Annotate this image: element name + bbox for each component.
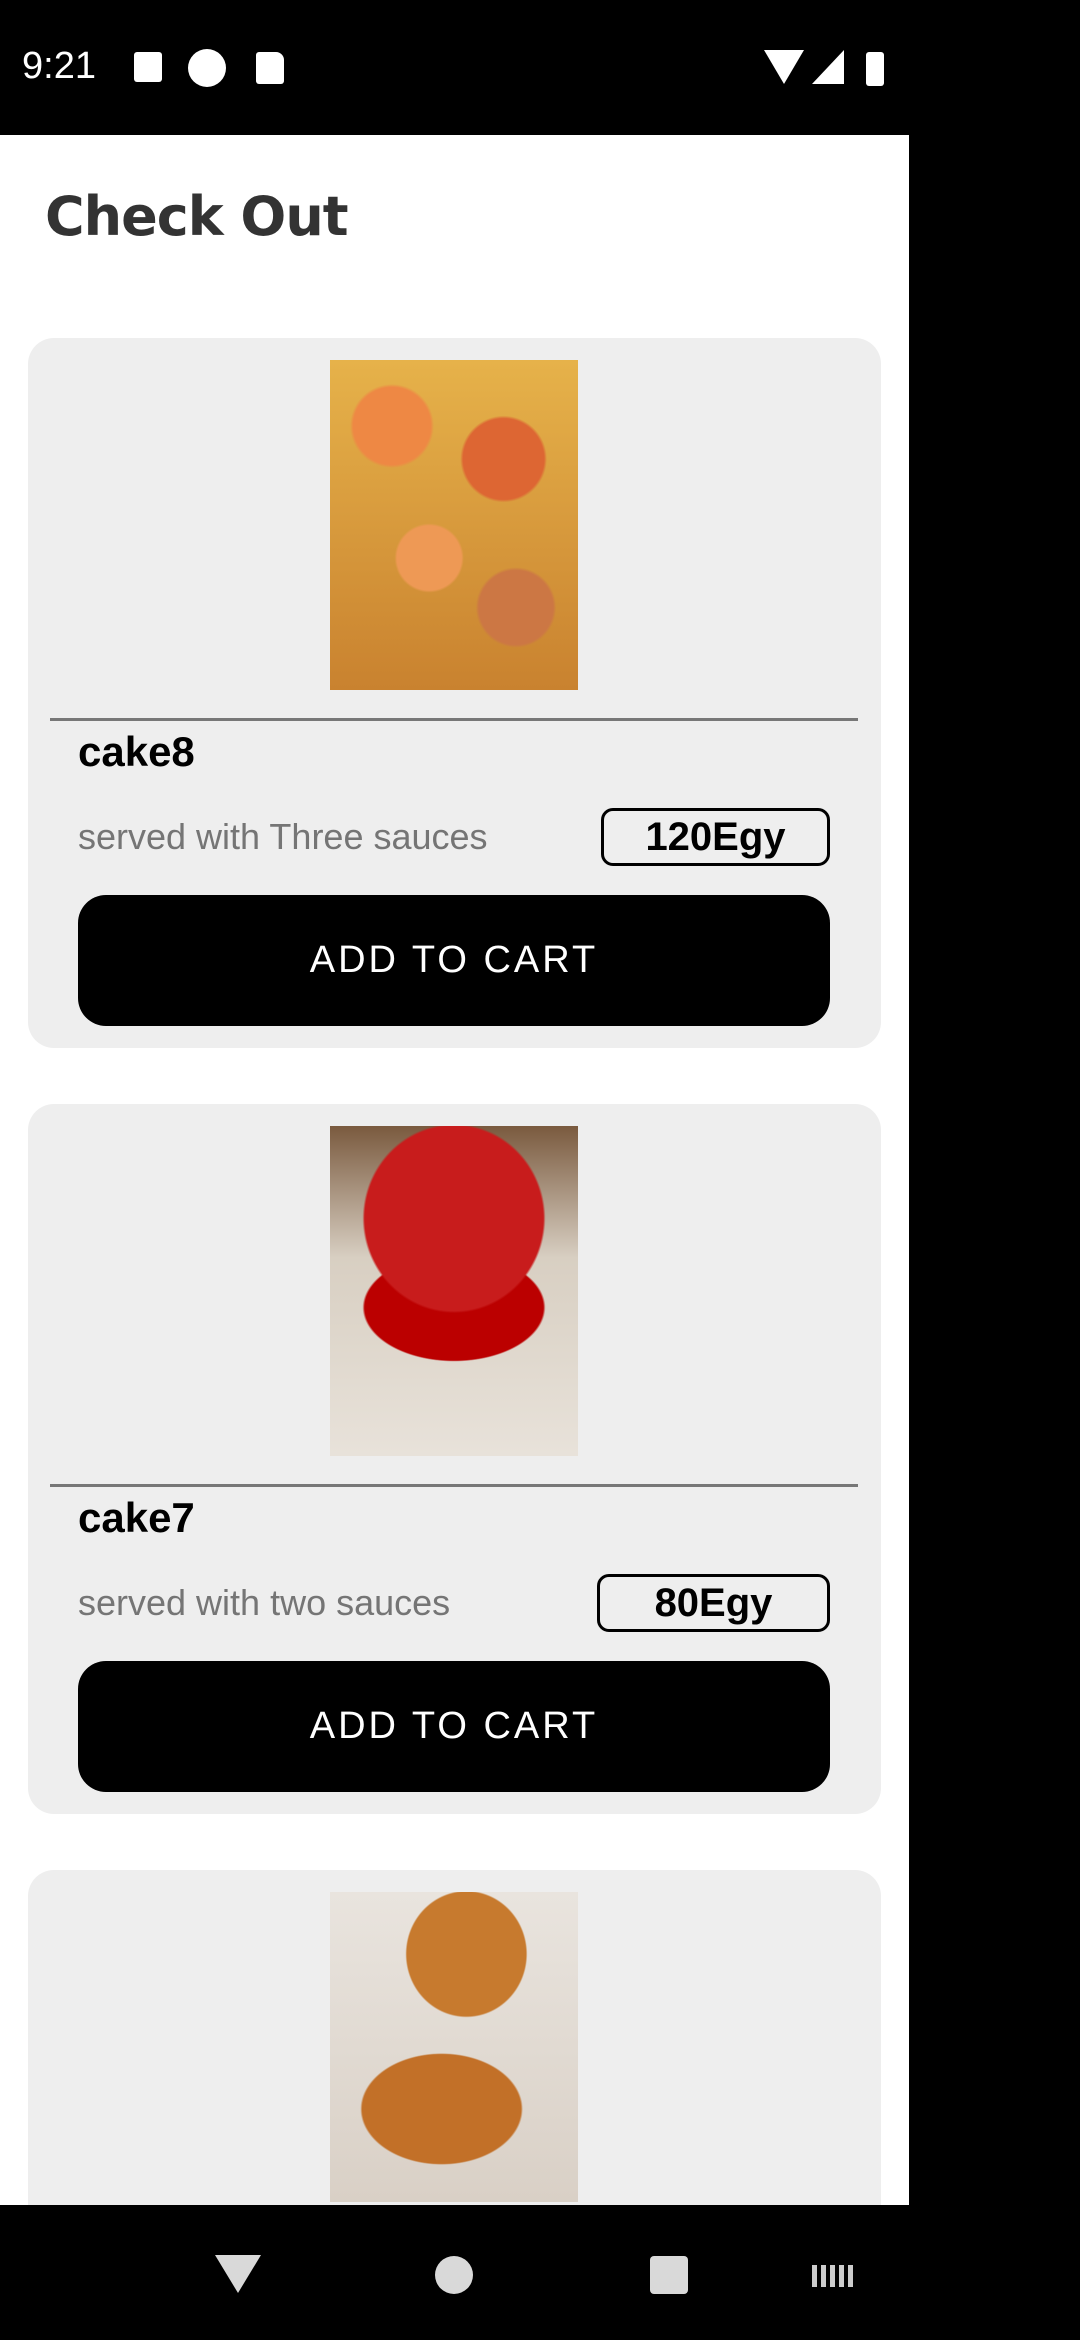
checkout-screen: Check Out cake8 served with Three sauces…	[0, 135, 909, 2205]
sd-card-icon	[256, 52, 284, 84]
battery-icon	[866, 52, 884, 86]
product-card: cake7 served with two sauces 80Egy ADD T…	[28, 1104, 881, 1814]
status-bar: 9:21	[0, 0, 1080, 135]
product-name: cake8	[78, 728, 195, 775]
product-description: served with Three sauces	[78, 816, 488, 857]
divider	[50, 718, 858, 721]
product-image	[330, 1892, 578, 2202]
data-saver-icon	[188, 49, 226, 87]
keyboard-icon[interactable]	[812, 2265, 854, 2287]
page-title: Check Out	[45, 185, 349, 248]
home-icon[interactable]	[435, 2256, 473, 2294]
add-to-cart-button[interactable]: ADD TO CART	[78, 1661, 830, 1792]
clock: 9:21	[22, 45, 96, 87]
product-image	[330, 1126, 578, 1456]
back-icon[interactable]	[215, 2255, 261, 2293]
add-to-cart-button[interactable]: ADD TO CART	[78, 895, 830, 1026]
product-image	[330, 360, 578, 690]
signal-icon	[812, 50, 844, 84]
price-badge: 80Egy	[597, 1574, 830, 1632]
price-badge: 120Egy	[601, 808, 830, 866]
product-name: cake7	[78, 1494, 195, 1541]
navigation-bar	[0, 2205, 1080, 2340]
product-description: served with two sauces	[78, 1582, 451, 1623]
keyboard-a-icon	[134, 52, 162, 82]
divider	[50, 1484, 858, 1487]
product-card	[28, 1870, 881, 2205]
product-card: cake8 served with Three sauces 120Egy AD…	[28, 338, 881, 1048]
wifi-icon	[764, 50, 804, 84]
recents-icon[interactable]	[650, 2256, 688, 2294]
